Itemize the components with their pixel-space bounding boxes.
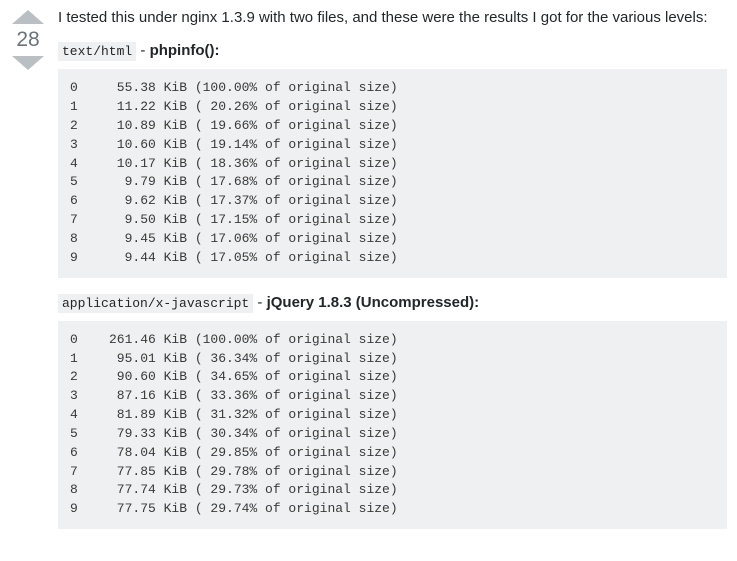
- intro-text: I tested this under nginx 1.3.9 with two…: [58, 8, 727, 28]
- mime-code: text/html: [58, 42, 136, 61]
- downvote-icon[interactable]: [10, 54, 46, 72]
- mime-code: application/x-javascript: [58, 294, 253, 313]
- section-label-1: application/x-javascript - jQuery 1.8.3 …: [58, 294, 727, 311]
- post-body: I tested this under nginx 1.3.9 with two…: [58, 8, 727, 545]
- answer-post: 28 I tested this under nginx 1.3.9 with …: [10, 8, 727, 545]
- section-desc: phpinfo():: [150, 42, 220, 59]
- results-block-1: 0 261.46 KiB (100.00% of original size) …: [58, 321, 727, 529]
- vote-score: 28: [16, 26, 39, 54]
- upvote-icon[interactable]: [10, 8, 46, 26]
- section-desc: jQuery 1.8.3 (Uncompressed):: [267, 294, 480, 311]
- results-block-0: 0 55.38 KiB (100.00% of original size) 1…: [58, 69, 727, 277]
- section-label-0: text/html - phpinfo():: [58, 42, 727, 59]
- vote-column: 28: [10, 8, 46, 72]
